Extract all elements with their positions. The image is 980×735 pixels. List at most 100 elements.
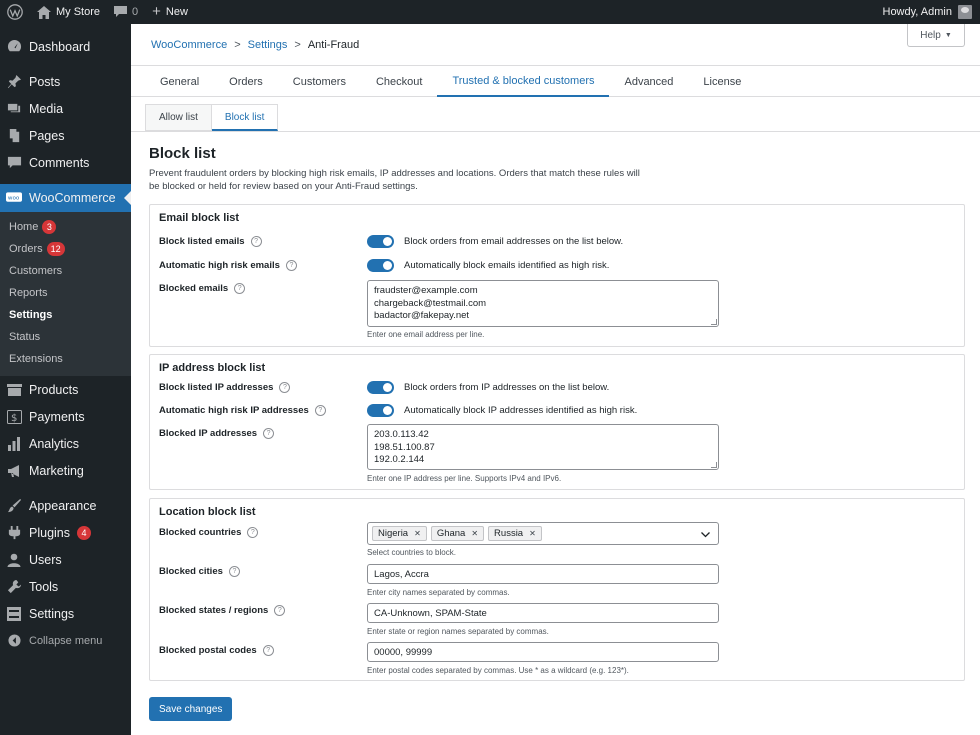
- chevron-down-icon[interactable]: [701, 526, 710, 541]
- woocommerce-icon: woo: [6, 190, 22, 206]
- remove-x-icon[interactable]: ✕: [414, 529, 421, 538]
- submenu-item-reports[interactable]: Reports: [0, 282, 131, 304]
- block-listed-ips-label: Block listed IP addresses ?: [159, 382, 291, 393]
- field-hint: Enter one IP address per line. Supports …: [367, 474, 562, 483]
- new-label: New: [165, 6, 188, 18]
- save-changes-button[interactable]: Save changes: [149, 697, 233, 721]
- textarea-line: badactor@fakepay.net: [374, 310, 470, 321]
- sidebar-item-products[interactable]: Products: [0, 376, 131, 403]
- help-tooltip-icon[interactable]: ?: [234, 283, 246, 294]
- country-chip: Ghana ✕: [430, 526, 485, 541]
- sidebar-item-dashboard[interactable]: Dashboard: [0, 33, 131, 60]
- help-tooltip-icon[interactable]: ?: [314, 405, 326, 416]
- blocked-postal-codes-input[interactable]: 00000, 99999: [367, 642, 719, 662]
- help-tooltip-icon[interactable]: ?: [285, 260, 297, 271]
- blocked-cities-input[interactable]: Lagos, Accra: [367, 564, 719, 584]
- sidebar-item-comments[interactable]: Comments: [0, 149, 131, 176]
- tab-customers[interactable]: Customers: [278, 66, 361, 97]
- remove-x-icon[interactable]: ✕: [529, 529, 536, 538]
- country-chip: Nigeria ✕: [372, 526, 427, 541]
- wordpress-logo-icon[interactable]: [0, 0, 30, 24]
- help-tooltip-icon[interactable]: ?: [250, 236, 262, 247]
- section-title: Location block list: [159, 506, 256, 518]
- toggle-description: Automatically block IP addresses identif…: [404, 405, 638, 416]
- submenu-item-extensions[interactable]: Extensions: [0, 348, 131, 370]
- block-listed-ips-toggle[interactable]: [367, 381, 394, 394]
- collapse-menu-button[interactable]: Collapse menu: [0, 627, 131, 654]
- blocked-states-input[interactable]: CA-Unknown, SPAM-State: [367, 603, 719, 623]
- help-tooltip-icon[interactable]: ?: [228, 566, 240, 577]
- field-hint: Enter postal codes separated by commas. …: [367, 666, 629, 675]
- location-block-list-section: Location block list Blocked countries ? …: [149, 498, 965, 681]
- tab-checkout[interactable]: Checkout: [361, 66, 437, 97]
- blocked-emails-label: Blocked emails ?: [159, 283, 246, 294]
- tab-orders[interactable]: Orders: [214, 66, 278, 97]
- sidebar-item-label: Collapse menu: [29, 634, 103, 647]
- email-block-list-section: Email block list Block listed emails ? B…: [149, 204, 965, 347]
- site-name-link[interactable]: My Store: [30, 0, 107, 24]
- sidebar-item-posts[interactable]: Posts: [0, 68, 131, 95]
- help-tooltip-icon[interactable]: ?: [262, 645, 274, 656]
- account-menu[interactable]: Howdy, Admin: [883, 5, 980, 19]
- submenu-label: Status: [9, 331, 41, 343]
- tab-trusted-blocked-customers[interactable]: Trusted & blocked customers: [437, 66, 610, 97]
- sidebar-item-media[interactable]: Media: [0, 95, 131, 122]
- tab-license[interactable]: License: [688, 66, 756, 97]
- subtab-block-list[interactable]: Block list: [211, 104, 279, 131]
- sidebar-item-marketing[interactable]: Marketing: [0, 457, 131, 484]
- chip-label: Ghana: [436, 528, 466, 539]
- sidebar-item-appearance[interactable]: Appearance: [0, 492, 131, 519]
- help-button[interactable]: Help ▼: [907, 24, 965, 47]
- paintbrush-icon: [6, 498, 22, 514]
- sidebar-item-pages[interactable]: Pages: [0, 122, 131, 149]
- sidebar-item-analytics[interactable]: Analytics: [0, 430, 131, 457]
- help-tooltip-icon[interactable]: ?: [247, 527, 259, 538]
- submenu-item-status[interactable]: Status: [0, 326, 131, 348]
- sidebar-item-plugins[interactable]: Plugins 4: [0, 519, 131, 546]
- new-content-link[interactable]: + New: [145, 0, 195, 24]
- sidebar-item-payments[interactable]: $ Payments: [0, 403, 131, 430]
- breadcrumb-settings[interactable]: Settings: [248, 39, 288, 51]
- sidebar-item-label: Pages: [29, 128, 65, 143]
- help-tooltip-icon[interactable]: ?: [263, 428, 275, 439]
- help-tooltip-icon[interactable]: ?: [279, 382, 291, 393]
- sidebar-item-label: Posts: [29, 74, 61, 89]
- count-badge: 3: [42, 220, 57, 234]
- plug-icon: [6, 525, 22, 541]
- submenu-item-home[interactable]: Home 3: [0, 216, 131, 238]
- sidebar-item-label: Marketing: [29, 463, 84, 478]
- submenu-item-settings[interactable]: Settings: [0, 304, 131, 326]
- sidebar-item-label: Products: [29, 382, 79, 397]
- subtab-allow-list[interactable]: Allow list: [145, 104, 212, 131]
- comments-icon: [6, 155, 22, 171]
- blocked-cities-label: Blocked cities ?: [159, 566, 240, 577]
- tab-general[interactable]: General: [145, 66, 214, 97]
- sidebar-item-settings[interactable]: Settings: [0, 600, 131, 627]
- sidebar-item-users[interactable]: Users: [0, 546, 131, 573]
- remove-x-icon[interactable]: ✕: [471, 529, 478, 538]
- comments-link[interactable]: 0: [107, 0, 145, 24]
- blocked-countries-select[interactable]: Nigeria ✕ Ghana ✕ Russia ✕: [367, 522, 719, 545]
- submenu-item-orders[interactable]: Orders 12: [0, 238, 131, 260]
- resize-grip-icon[interactable]: [711, 462, 717, 468]
- blocked-ips-label: Blocked IP addresses ?: [159, 428, 275, 439]
- sidebar-item-woocommerce[interactable]: woo WooCommerce: [0, 184, 131, 212]
- auto-high-risk-ips-toggle[interactable]: [367, 404, 394, 417]
- chip-label: Nigeria: [378, 528, 409, 539]
- chip-label: Russia: [494, 528, 524, 539]
- tab-advanced[interactable]: Advanced: [609, 66, 688, 97]
- auto-high-risk-emails-toggle[interactable]: [367, 259, 394, 272]
- sidebar-item-tools[interactable]: Tools: [0, 573, 131, 600]
- toggle-description: Automatically block emails identified as…: [404, 260, 610, 271]
- submenu-item-customers[interactable]: Customers: [0, 260, 131, 282]
- breadcrumb-woocommerce[interactable]: WooCommerce: [151, 39, 227, 51]
- count-badge: 12: [46, 242, 65, 256]
- submenu-label: Reports: [9, 287, 48, 299]
- help-tooltip-icon[interactable]: ?: [274, 605, 286, 616]
- field-label: Block listed IP addresses: [159, 382, 274, 393]
- blocked-emails-textarea[interactable]: fraudster@example.com chargeback@testmai…: [367, 280, 719, 327]
- blocked-ips-textarea[interactable]: 203.0.113.42 198.51.100.87 192.0.2.144: [367, 424, 719, 470]
- pages-icon: [6, 128, 22, 144]
- resize-grip-icon[interactable]: [711, 319, 717, 325]
- block-listed-emails-toggle[interactable]: [367, 235, 394, 248]
